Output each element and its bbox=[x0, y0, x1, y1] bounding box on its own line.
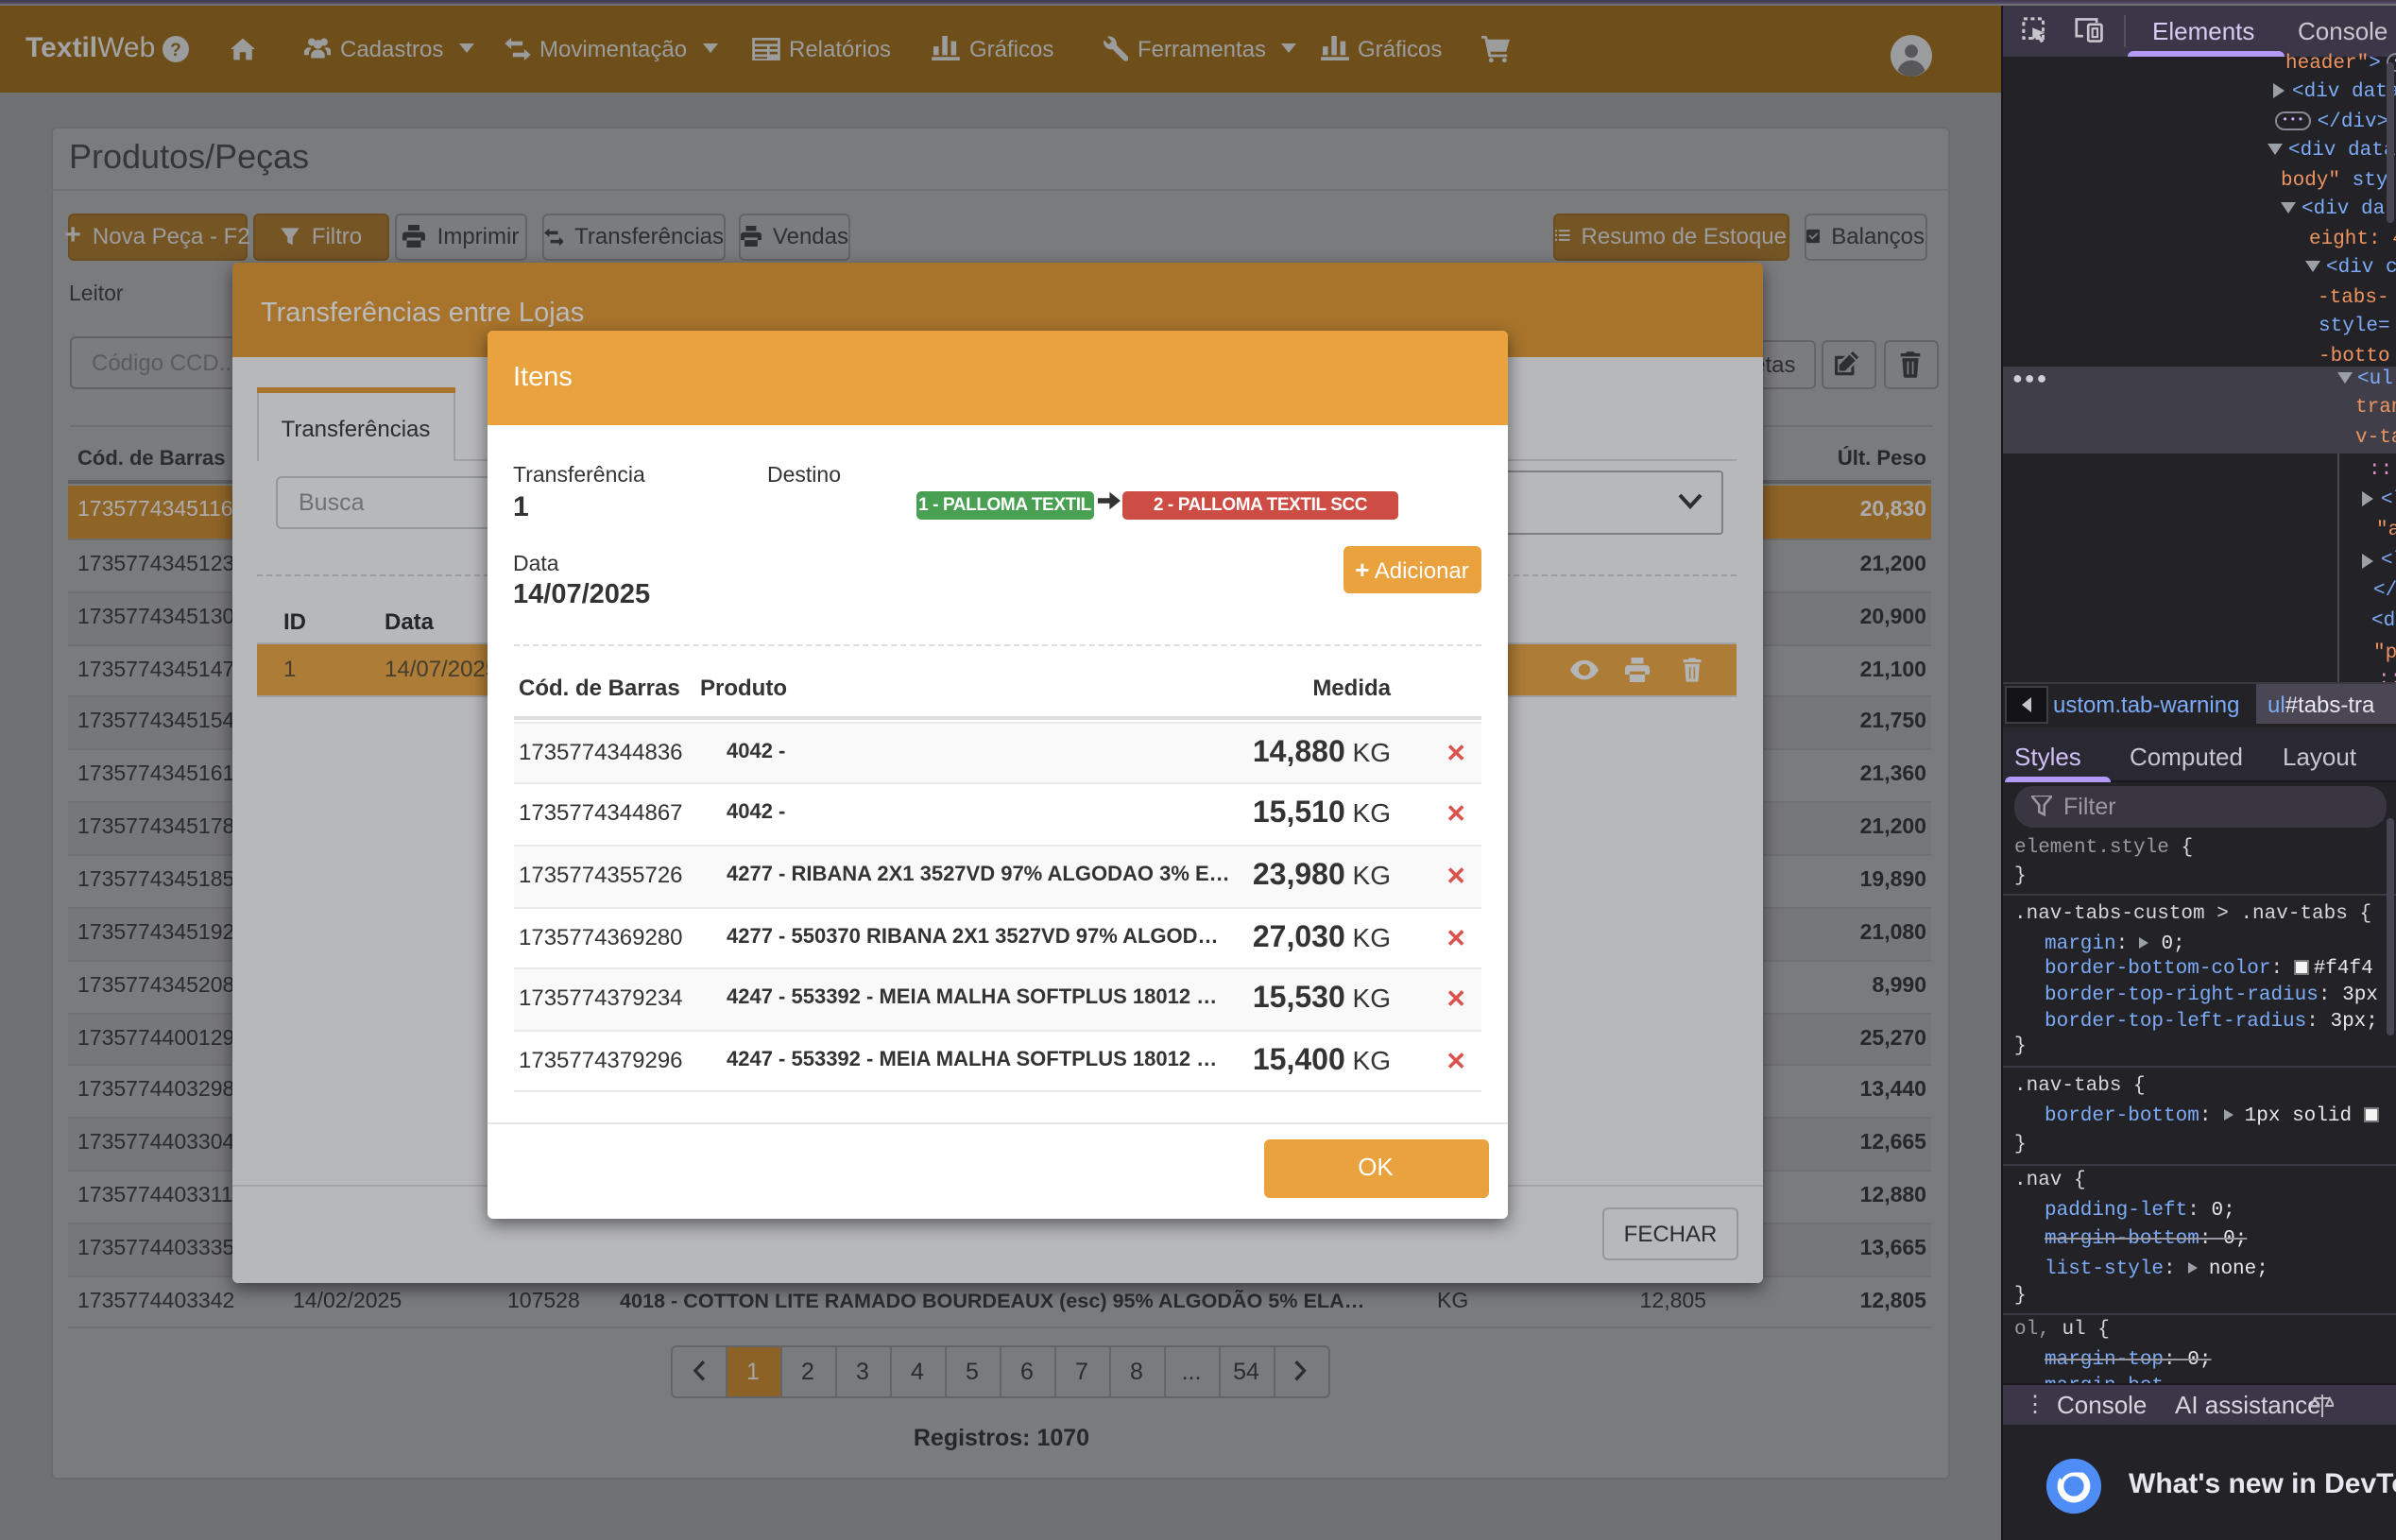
svg-text:?: ? bbox=[171, 41, 182, 60]
